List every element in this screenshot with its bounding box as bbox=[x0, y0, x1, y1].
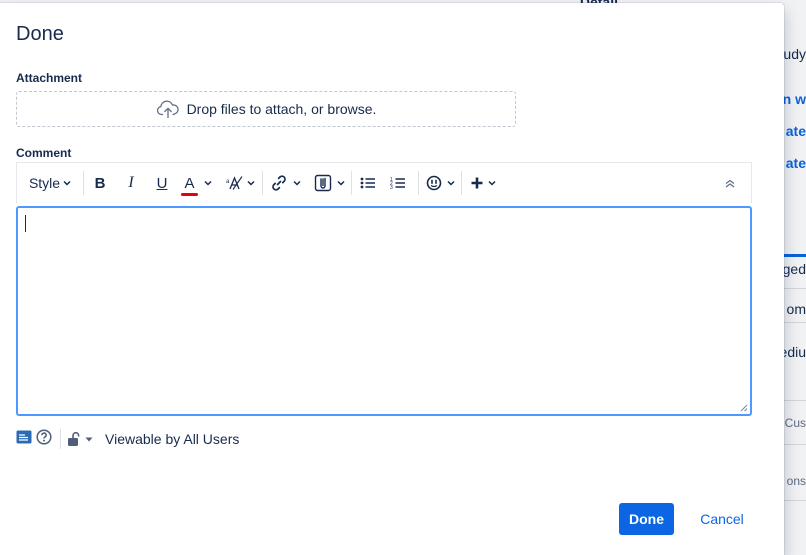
emoji-dropdown[interactable] bbox=[419, 163, 461, 203]
attachment-label: Attachment bbox=[16, 71, 83, 85]
chevron-double-up-icon bbox=[725, 179, 735, 188]
text-color-letter: A bbox=[184, 174, 195, 192]
chevron-down-icon bbox=[292, 180, 301, 186]
insert-more-dropdown[interactable] bbox=[462, 163, 504, 203]
cloud-upload-icon bbox=[156, 99, 180, 119]
style-label: Style bbox=[28, 175, 61, 191]
text-caret bbox=[25, 215, 26, 232]
wiki-renderer-icon[interactable] bbox=[16, 430, 32, 449]
dialog-title: Done bbox=[16, 23, 64, 45]
help-icon[interactable] bbox=[36, 428, 52, 450]
underline-icon: U bbox=[156, 174, 168, 192]
numbered-list-button[interactable]: 1 2 3 bbox=[384, 163, 412, 203]
text-color-swatch bbox=[181, 192, 198, 196]
attachment-dropzone[interactable]: Drop files to attach, or browse. bbox=[16, 91, 516, 127]
footer-separator bbox=[60, 429, 61, 449]
text-color-icon: A bbox=[181, 174, 198, 196]
smiley-icon bbox=[426, 175, 441, 191]
chevron-down-icon bbox=[446, 180, 455, 186]
chevron-down-icon bbox=[203, 180, 212, 186]
bold-icon: B bbox=[94, 174, 106, 192]
link-icon bbox=[271, 175, 286, 191]
text-color-dropdown[interactable]: A bbox=[178, 163, 218, 203]
collapse-toolbar-button[interactable] bbox=[709, 163, 751, 203]
bullet-list-button[interactable] bbox=[352, 163, 384, 203]
numbered-list-icon: 1 2 3 bbox=[390, 177, 405, 190]
italic-icon: I bbox=[128, 174, 134, 191]
resize-handle-icon[interactable] bbox=[740, 404, 748, 412]
paperclip-icon bbox=[314, 174, 331, 192]
done-dialog: Done Attachment Drop files to attach, or… bbox=[0, 3, 784, 555]
comment-textarea[interactable] bbox=[16, 206, 752, 416]
chevron-down-icon bbox=[63, 180, 71, 186]
visibility-label: Viewable by All Users bbox=[105, 431, 240, 447]
bullet-list-icon bbox=[360, 177, 375, 189]
chevron-down-icon bbox=[246, 180, 255, 186]
attachment-dropdown[interactable] bbox=[307, 163, 351, 203]
visibility-dropdown[interactable] bbox=[67, 431, 93, 447]
chevron-down-icon bbox=[487, 180, 496, 186]
text-effects-icon: a bbox=[226, 176, 242, 190]
style-dropdown[interactable]: Style bbox=[17, 163, 83, 203]
link-dropdown[interactable] bbox=[263, 163, 307, 203]
svg-text:3: 3 bbox=[390, 185, 393, 190]
chevron-down-icon bbox=[336, 180, 345, 186]
editor-toolbar: Style B I U A a 1 2 3 bbox=[16, 162, 752, 203]
cancel-button[interactable]: Cancel bbox=[690, 503, 754, 535]
comment-footer: Viewable by All Users bbox=[16, 427, 239, 451]
comment-editor: Style B I U A a 1 2 3 bbox=[16, 162, 752, 417]
clear-formatting-dropdown[interactable]: a bbox=[218, 163, 262, 203]
svg-text:a: a bbox=[226, 179, 230, 185]
underline-button[interactable]: U bbox=[146, 163, 178, 203]
plus-icon bbox=[471, 177, 482, 189]
comment-label: Comment bbox=[16, 146, 72, 160]
caret-down-icon bbox=[85, 437, 93, 441]
italic-button[interactable]: I bbox=[116, 163, 146, 203]
bold-button[interactable]: B bbox=[84, 163, 116, 203]
unlock-icon bbox=[68, 431, 80, 446]
done-button[interactable]: Done bbox=[619, 503, 674, 535]
dropzone-text[interactable]: Drop files to attach, or browse. bbox=[187, 101, 377, 117]
